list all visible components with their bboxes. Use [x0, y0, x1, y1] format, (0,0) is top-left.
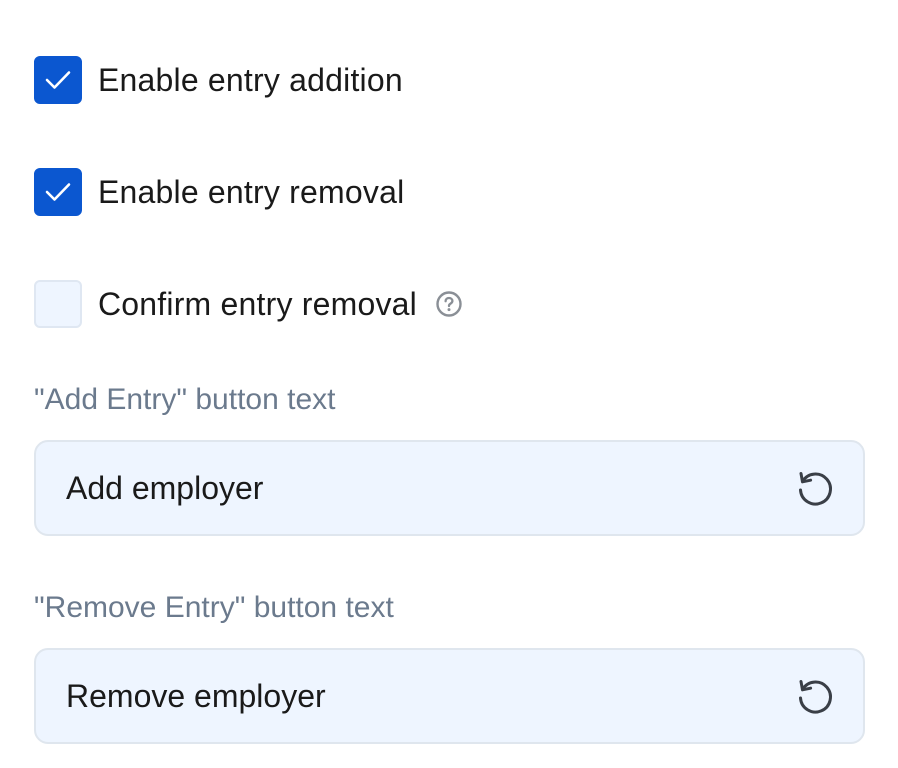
enable-entry-removal-checkbox[interactable] — [34, 168, 82, 216]
reset-icon[interactable] — [793, 674, 837, 718]
settings-panel: Enable entry addition Enable entry remov… — [0, 0, 898, 768]
confirm-entry-removal-label: Confirm entry removal — [98, 286, 417, 322]
enable-entry-removal-label: Enable entry removal — [98, 174, 405, 210]
enable-entry-addition-row[interactable]: Enable entry addition — [34, 56, 403, 104]
remove-entry-text-value[interactable]: Remove employer — [66, 678, 793, 715]
checkmark-icon — [45, 183, 71, 201]
add-entry-text-value[interactable]: Add employer — [66, 470, 793, 507]
enable-entry-addition-label: Enable entry addition — [98, 62, 403, 98]
confirm-entry-removal-checkbox[interactable] — [34, 280, 82, 328]
enable-entry-addition-checkbox[interactable] — [34, 56, 82, 104]
enable-entry-removal-row[interactable]: Enable entry removal — [34, 168, 404, 216]
add-entry-text-field[interactable]: Add employer — [34, 440, 865, 536]
confirm-entry-removal-row[interactable]: Confirm entry removal — [34, 280, 463, 328]
checkmark-icon — [45, 71, 71, 89]
remove-entry-text-field[interactable]: Remove employer — [34, 648, 865, 744]
remove-entry-text-label: "Remove Entry" button text — [34, 591, 394, 624]
add-entry-text-label: "Add Entry" button text — [34, 383, 336, 416]
help-circle-icon[interactable] — [435, 290, 463, 318]
reset-icon[interactable] — [793, 466, 837, 510]
